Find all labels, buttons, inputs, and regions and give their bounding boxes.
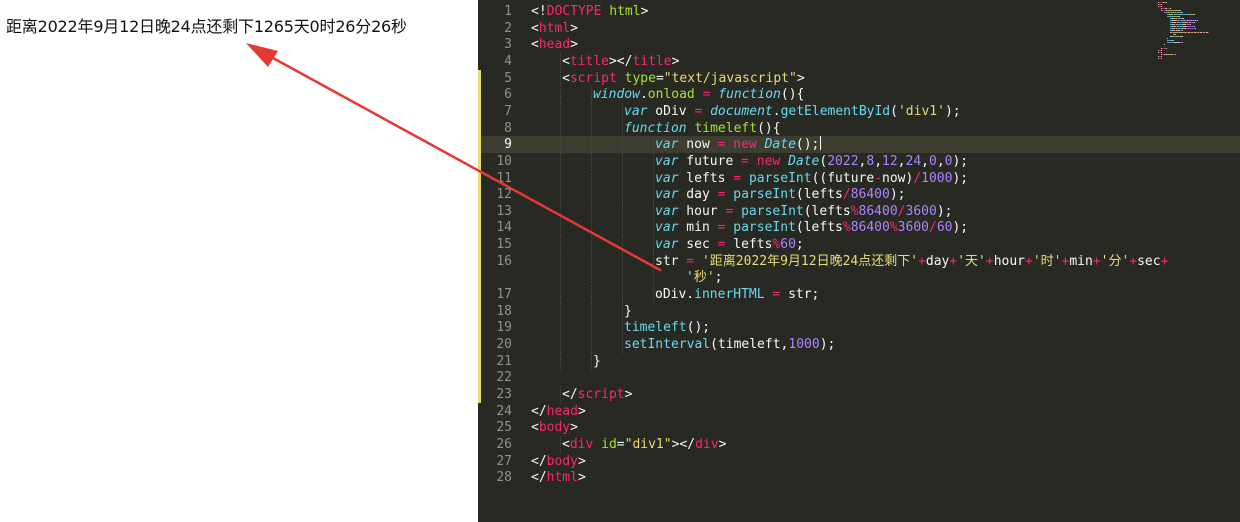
arrow-head xyxy=(246,43,278,67)
annotation-arrow xyxy=(246,43,662,272)
arrow-shaft xyxy=(260,50,662,272)
